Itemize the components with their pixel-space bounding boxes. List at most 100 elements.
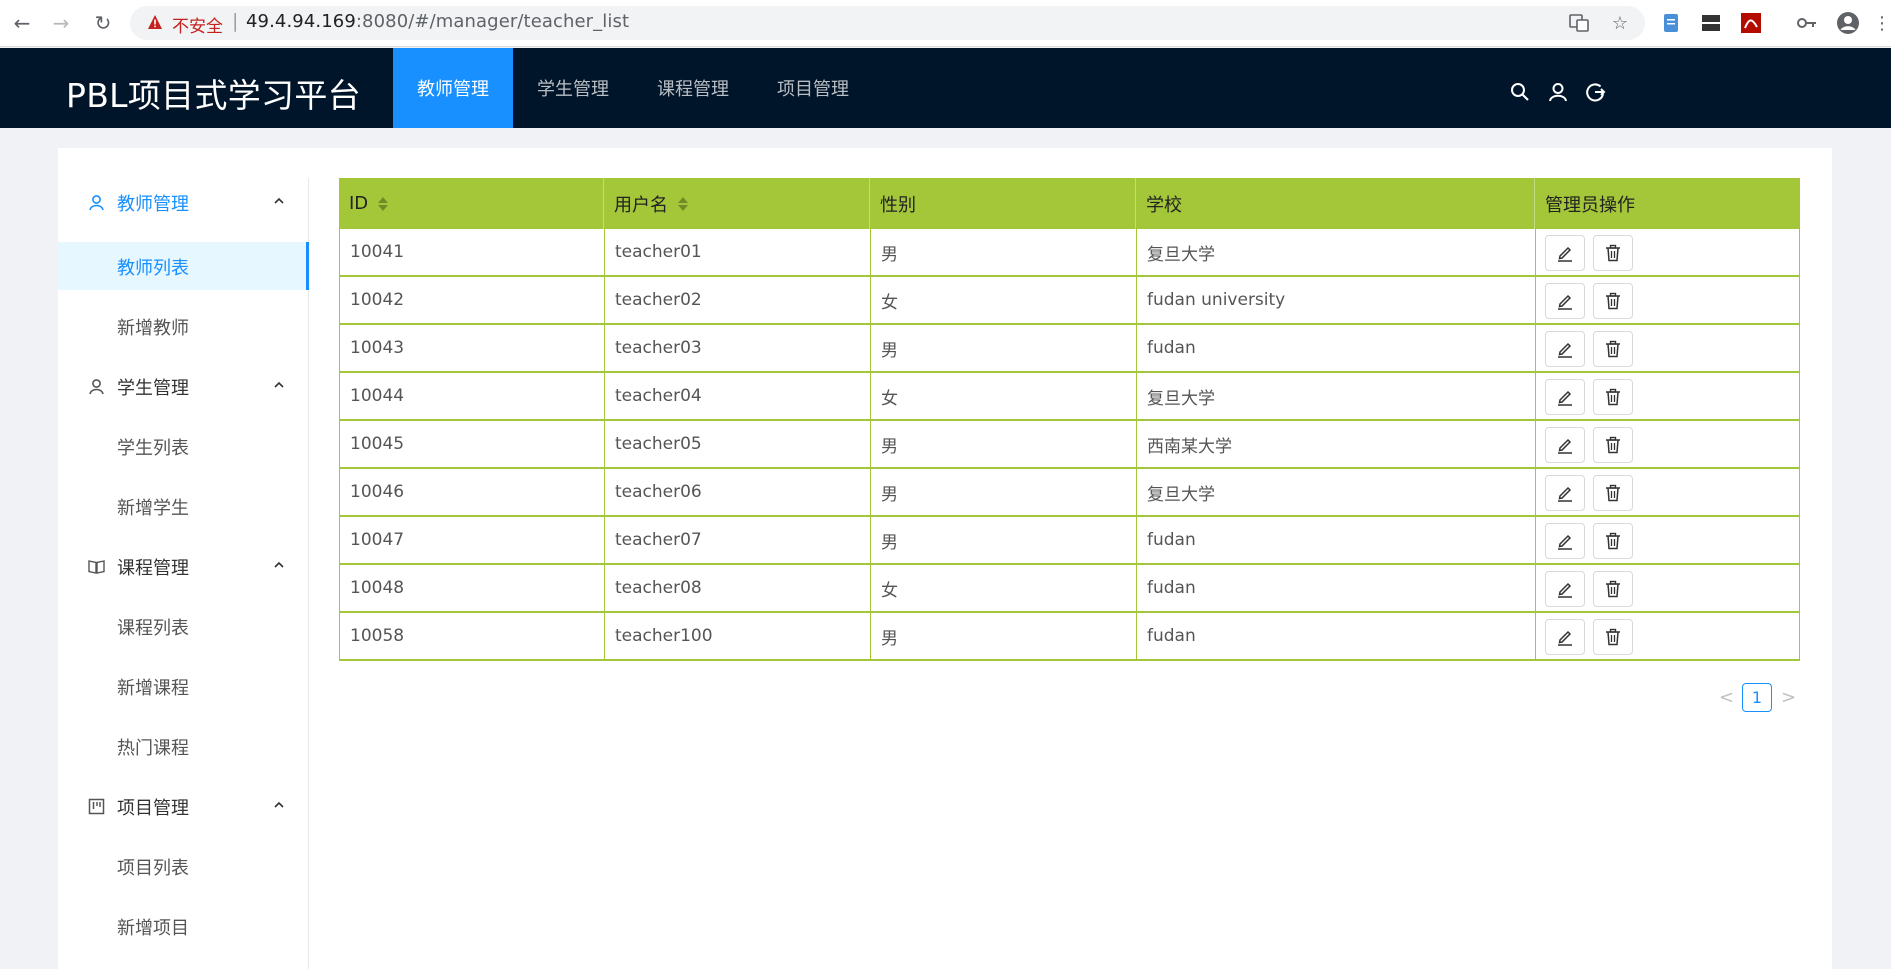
cell-school: 复旦大学 (1137, 373, 1536, 419)
table-row: 10041 teacher01 男复旦大学 (339, 229, 1800, 277)
edit-button[interactable] (1545, 379, 1585, 415)
sidebar-item-add-student[interactable]: 新增学生 (58, 482, 308, 530)
cell-gender: 女 (871, 565, 1137, 611)
top-tab-student[interactable]: 学生管理 (523, 48, 623, 128)
submenu-label: 课程管理 (117, 558, 189, 579)
delete-button[interactable] (1593, 571, 1633, 607)
cell-actions (1536, 421, 1801, 467)
reload-icon[interactable]: ↻ (90, 10, 116, 36)
trash-icon (1606, 244, 1620, 262)
edit-button[interactable] (1545, 619, 1585, 655)
edit-button[interactable] (1545, 331, 1585, 367)
edit-icon (1558, 630, 1572, 646)
table-row: 10044 teacher04 女复旦大学 (339, 373, 1800, 421)
sidebar-item-add-project[interactable]: 新增项目 (58, 902, 308, 950)
search-icon[interactable] (1509, 81, 1531, 103)
cell-gender: 男 (871, 421, 1137, 467)
column-header-id[interactable]: ID (339, 178, 604, 229)
delete-button[interactable] (1593, 427, 1633, 463)
edit-icon (1558, 438, 1572, 454)
cell-school: 复旦大学 (1137, 229, 1536, 275)
delete-button[interactable] (1593, 475, 1633, 511)
pagination-page-1[interactable]: 1 (1742, 683, 1772, 712)
cell-id: 10043 (340, 325, 605, 371)
cell-gender: 男 (871, 229, 1137, 275)
pagination-prev-icon[interactable]: < (1719, 687, 1734, 708)
edit-button[interactable] (1545, 475, 1585, 511)
submenu-student[interactable]: 学生管理 (58, 362, 308, 410)
sidebar-item-hot-course[interactable]: 热门课程 (58, 722, 308, 770)
sort-icon[interactable] (378, 196, 389, 212)
edit-icon (1558, 294, 1572, 310)
cell-actions (1536, 469, 1801, 515)
column-header-school: 学校 (1136, 178, 1535, 229)
cell-username: teacher04 (605, 373, 871, 419)
cell-actions (1536, 229, 1801, 275)
delete-button[interactable] (1593, 283, 1633, 319)
top-tab-course[interactable]: 课程管理 (643, 48, 743, 128)
trash-icon (1606, 580, 1620, 598)
logout-icon[interactable] (1585, 81, 1607, 103)
sidebar-item-label: 新增项目 (117, 918, 189, 939)
pdf-extension-icon[interactable] (1739, 11, 1763, 35)
table-row: 10042 teacher02 女 fudan university (339, 277, 1800, 325)
sidebar-item-teacher-list[interactable]: 教师列表 (58, 242, 309, 290)
edit-button[interactable] (1545, 283, 1585, 319)
delete-button[interactable] (1593, 619, 1633, 655)
submenu-project[interactable]: 项目管理 (58, 782, 308, 830)
cell-id: 10044 (340, 373, 605, 419)
edit-button[interactable] (1545, 235, 1585, 271)
submenu-course[interactable]: 课程管理 (58, 542, 308, 590)
cell-id: 10047 (340, 517, 605, 563)
edit-button[interactable] (1545, 571, 1585, 607)
cell-actions (1536, 325, 1801, 371)
submenu-teacher[interactable]: 教师管理 (58, 178, 308, 226)
gitzip-icon[interactable] (1699, 11, 1723, 35)
url-text[interactable]: 49.4.94.169:8080/#/manager/teacher_list (246, 11, 629, 32)
sidebar-item-project-list[interactable]: 项目列表 (58, 842, 308, 890)
sidebar-item-label: 新增学生 (117, 498, 189, 519)
pagination-next-icon[interactable]: > (1781, 687, 1796, 708)
edit-button[interactable] (1545, 523, 1585, 559)
browser-toolbar: ← → ↻ 不安全 | 49.4.94.169:8080/#/manager/t… (0, 0, 1891, 47)
cell-id: 10048 (340, 565, 605, 611)
edit-button[interactable] (1545, 427, 1585, 463)
browser-menu-icon[interactable]: ⋮ (1873, 11, 1891, 35)
trash-icon (1606, 484, 1620, 502)
sidebar-item-label: 热门课程 (117, 738, 189, 759)
cell-username: teacher100 (605, 613, 871, 659)
delete-button[interactable] (1593, 331, 1633, 367)
url-host: 49.4.94.169 (246, 11, 356, 32)
bookmark-star-icon[interactable]: ☆ (1608, 11, 1632, 35)
user-icon (89, 195, 104, 211)
sidebar-item-course-list[interactable]: 课程列表 (58, 602, 308, 650)
warning-icon (148, 15, 162, 29)
top-tab-project[interactable]: 项目管理 (763, 48, 863, 128)
key-icon[interactable] (1795, 11, 1819, 35)
delete-button[interactable] (1593, 235, 1633, 271)
edit-icon (1558, 486, 1572, 502)
translate-icon[interactable] (1567, 11, 1591, 35)
user-icon[interactable] (1547, 81, 1569, 103)
trash-icon (1606, 436, 1620, 454)
cell-id: 10041 (340, 229, 605, 275)
top-tab-teacher[interactable]: 教师管理 (393, 48, 513, 128)
cell-gender: 女 (871, 277, 1137, 323)
extension-doc-icon[interactable] (1659, 11, 1683, 35)
sidebar-item-student-list[interactable]: 学生列表 (58, 422, 308, 470)
forward-icon[interactable]: → (48, 10, 74, 36)
sidebar-item-label: 新增课程 (117, 678, 189, 699)
delete-button[interactable] (1593, 523, 1633, 559)
sidebar-item-add-teacher[interactable]: 新增教师 (58, 302, 308, 350)
cell-gender: 男 (871, 613, 1137, 659)
cell-school: fudan (1137, 613, 1536, 659)
column-header-username[interactable]: 用户名 (604, 178, 870, 229)
delete-button[interactable] (1593, 379, 1633, 415)
sort-icon[interactable] (678, 196, 688, 212)
book-icon (88, 560, 105, 574)
profile-avatar-icon[interactable] (1836, 11, 1860, 35)
cell-school: fudan university (1137, 277, 1536, 323)
back-icon[interactable]: ← (9, 10, 35, 36)
sidebar-item-add-course[interactable]: 新增课程 (58, 662, 308, 710)
trash-icon (1606, 340, 1620, 358)
